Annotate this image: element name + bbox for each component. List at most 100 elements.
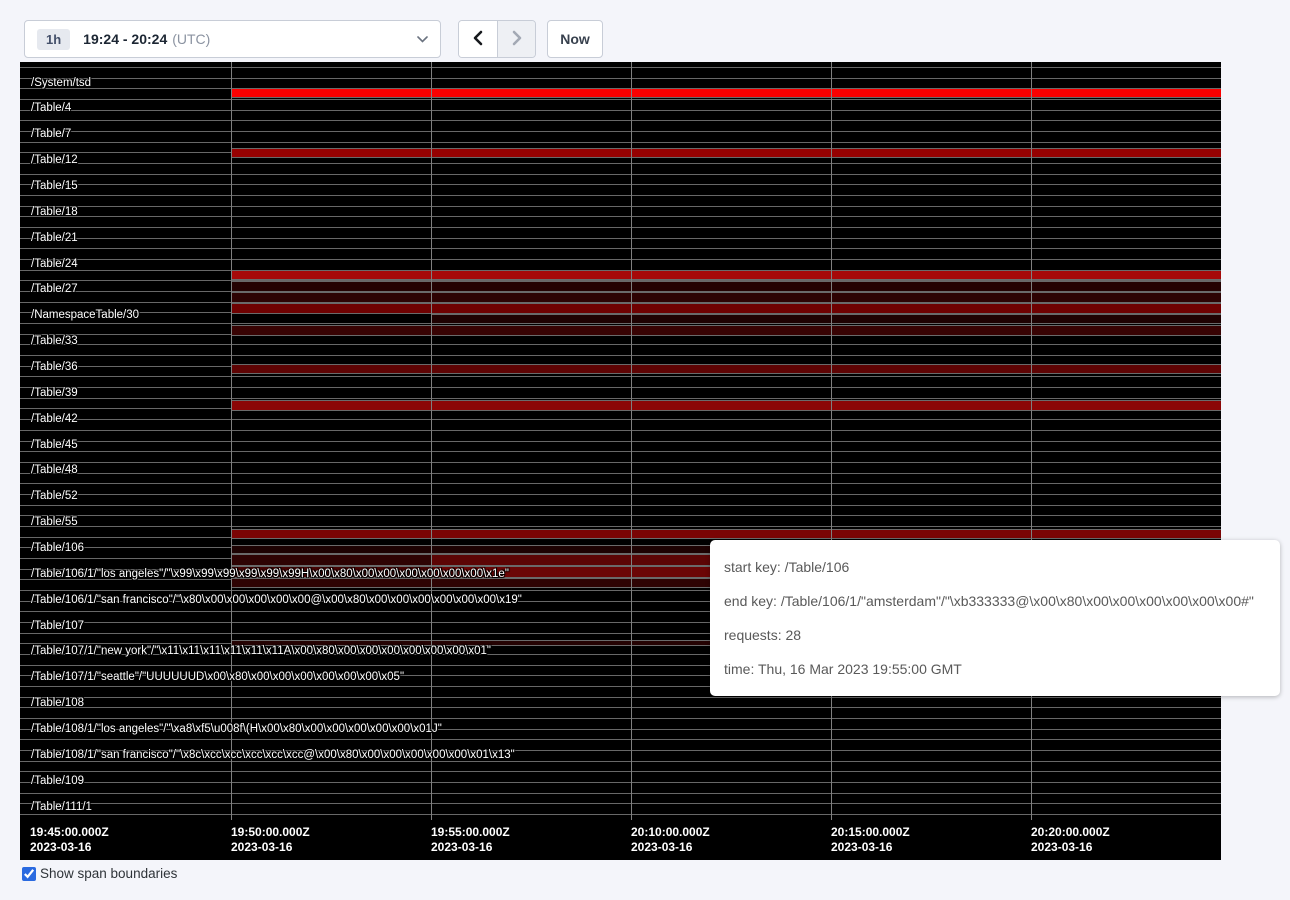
x-axis-date: 2023-03-16 xyxy=(231,840,310,855)
time-nav-group xyxy=(458,20,536,58)
tooltip-end-key: end key: /Table/106/1/"amsterdam"/"\xb33… xyxy=(724,584,1266,618)
row-label: /Table/39 xyxy=(31,387,78,399)
span-boundary-line xyxy=(20,707,1221,708)
prev-time-button[interactable] xyxy=(459,21,497,57)
show-span-boundaries-checkbox[interactable] xyxy=(22,867,36,881)
row-label: /Table/111/1 xyxy=(31,801,92,813)
row-label: /Table/108/1/"los angeles"/"\xa8\xf5\u00… xyxy=(31,723,442,735)
span-boundary-line xyxy=(20,718,1221,719)
row-label: /Table/24 xyxy=(31,258,78,270)
heat-band[interactable] xyxy=(231,292,1221,303)
x-axis-date: 2023-03-16 xyxy=(431,840,510,855)
time-gridline xyxy=(631,62,632,820)
x-axis-time: 20:20:00.000Z xyxy=(1031,825,1110,840)
span-boundary-line xyxy=(20,78,1221,79)
span-boundary-line xyxy=(20,771,1221,772)
span-boundary-line xyxy=(20,419,1221,420)
span-boundary-line xyxy=(20,120,1221,121)
row-label: /Table/107/1/"seattle"/"UUUUUUD\x00\x80\… xyxy=(31,671,404,683)
span-boundary-line xyxy=(20,376,1221,377)
heat-band[interactable] xyxy=(231,148,1221,158)
row-label: /Table/106/1/"san francisco"/"\x80\x00\x… xyxy=(31,594,522,606)
now-button[interactable]: Now xyxy=(547,20,603,58)
span-boundary-line xyxy=(20,206,1221,207)
row-label: /Table/107/1/"new york"/"\x11\x11\x11\x1… xyxy=(31,645,491,657)
row-label: /Table/4 xyxy=(31,102,71,114)
row-label: /Table/21 xyxy=(31,232,78,244)
row-label: /Table/109 xyxy=(31,775,84,787)
row-label: /Table/7 xyxy=(31,128,71,140)
row-label: /Table/45 xyxy=(31,439,78,451)
tooltip-requests: requests: 28 xyxy=(724,618,1266,652)
tooltip-time: time: Thu, 16 Mar 2023 19:55:00 GMT xyxy=(724,652,1266,686)
row-label: /Table/108/1/"san francisco"/"\x8c\xcc\x… xyxy=(31,749,515,761)
heat-band[interactable] xyxy=(231,554,431,566)
x-axis-date: 2023-03-16 xyxy=(631,840,710,855)
span-boundary-line xyxy=(20,216,1221,217)
chevron-right-icon xyxy=(511,30,523,49)
x-axis-date: 2023-03-16 xyxy=(30,840,109,855)
heat-band[interactable] xyxy=(231,400,1221,411)
time-range-label: 19:24 - 20:24 xyxy=(83,31,167,47)
heat-band[interactable] xyxy=(231,303,1221,314)
time-gridline xyxy=(231,62,232,820)
span-boundary-line xyxy=(20,227,1221,228)
span-boundary-line xyxy=(20,803,1221,804)
row-label: /Table/106/1/"los angeles"/"\x99\x99\x99… xyxy=(31,568,509,580)
span-boundary-line xyxy=(20,248,1221,249)
span-boundary-line xyxy=(20,814,1221,815)
time-range-select[interactable]: 1h 19:24 - 20:24 (UTC) xyxy=(24,20,441,58)
span-boundary-line xyxy=(20,739,1221,740)
heat-band[interactable] xyxy=(231,325,1221,336)
time-gridline xyxy=(831,62,832,820)
span-boundary-line xyxy=(20,355,1221,356)
show-span-boundaries-label[interactable]: Show span boundaries xyxy=(40,866,177,881)
row-label: /Table/27 xyxy=(31,283,78,295)
span-boundary-line xyxy=(20,142,1221,143)
row-label: /Table/15 xyxy=(31,180,78,192)
tooltip-start-key: start key: /Table/106 xyxy=(724,550,1266,584)
x-axis-time: 20:15:00.000Z xyxy=(831,825,910,840)
span-boundary-line xyxy=(20,99,1221,100)
span-boundary-line xyxy=(20,131,1221,132)
row-label: /NamespaceTable/30 xyxy=(31,309,139,321)
heat-band[interactable] xyxy=(231,529,1221,539)
row-label: /Table/33 xyxy=(31,335,78,347)
span-boundary-line xyxy=(20,110,1221,111)
key-visualizer-canvas[interactable]: /System/tsd/Table/4/Table/7/Table/12/Tab… xyxy=(20,62,1221,860)
x-axis-tick: 20:10:00.000Z2023-03-16 xyxy=(631,825,710,855)
span-boundary-line xyxy=(20,344,1221,345)
chevron-down-icon xyxy=(417,36,428,43)
heat-band[interactable] xyxy=(431,314,1221,324)
heat-band[interactable] xyxy=(231,88,1221,98)
span-boundary-line xyxy=(20,238,1221,239)
row-label: /Table/106 xyxy=(31,542,84,554)
span-boundary-line xyxy=(20,195,1221,196)
span-boundary-line xyxy=(20,174,1221,175)
x-axis-tick: 19:45:00.000Z2023-03-16 xyxy=(30,825,109,855)
heat-band[interactable] xyxy=(231,281,1221,292)
next-time-button[interactable] xyxy=(497,21,535,57)
x-axis-time: 19:55:00.000Z xyxy=(431,825,510,840)
row-label: /Table/107 xyxy=(31,620,84,632)
x-axis-time: 19:50:00.000Z xyxy=(231,825,310,840)
span-boundary-line xyxy=(20,782,1221,783)
heat-band[interactable] xyxy=(231,364,1221,374)
heat-band[interactable] xyxy=(231,270,1221,280)
row-label: /Table/52 xyxy=(31,490,78,502)
time-preset-badge: 1h xyxy=(37,29,70,50)
span-boundary-line xyxy=(20,430,1221,431)
span-boundary-line xyxy=(20,387,1221,388)
key-visualizer-page: 1h 19:24 - 20:24 (UTC) Now /System/tsd/T… xyxy=(0,0,1290,900)
span-boundary-line xyxy=(20,697,1221,698)
span-boundary-line xyxy=(20,67,1221,68)
time-range-timezone: (UTC) xyxy=(172,31,210,47)
x-axis-time: 20:10:00.000Z xyxy=(631,825,710,840)
x-axis-time: 19:45:00.000Z xyxy=(30,825,109,840)
span-boundary-line xyxy=(20,505,1221,506)
span-boundary-line xyxy=(20,259,1221,260)
span-boundary-line xyxy=(20,184,1221,185)
span-boundary-line xyxy=(20,526,1221,527)
span-boundary-line xyxy=(20,483,1221,484)
span-boundary-line xyxy=(20,398,1221,399)
